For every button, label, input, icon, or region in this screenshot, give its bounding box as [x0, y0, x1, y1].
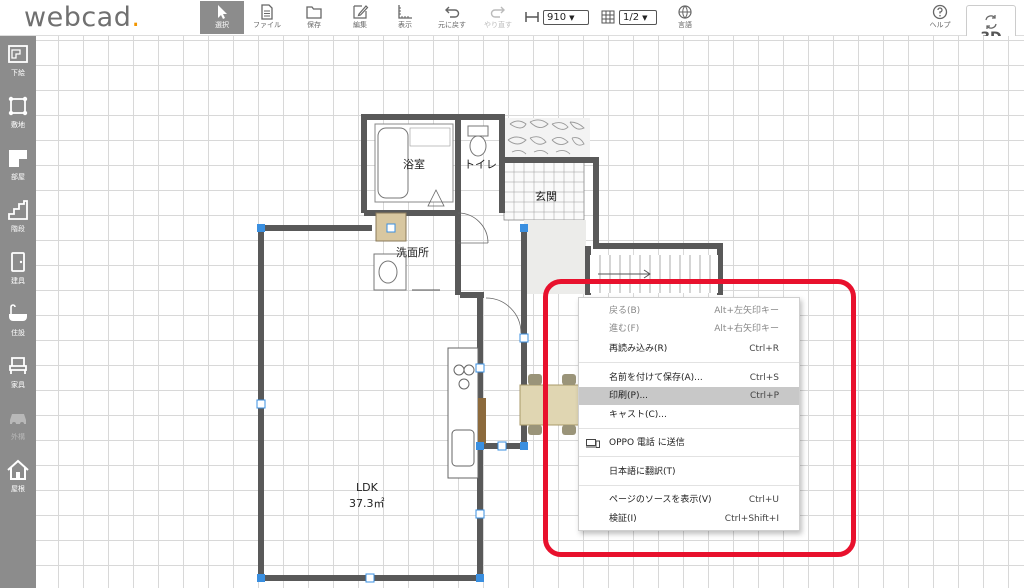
grid-icon — [601, 10, 615, 24]
site-icon — [8, 96, 28, 116]
room-label-ldk: LDK — [356, 481, 378, 494]
sidebar-item-underlay[interactable]: 下絵 — [0, 36, 36, 86]
undo-button[interactable]: 元に戻す — [430, 1, 474, 34]
cursor-arrow-icon — [218, 5, 227, 19]
globe-icon — [678, 5, 692, 19]
bathtub-icon — [9, 304, 27, 321]
help-icon — [932, 4, 948, 20]
room-icon — [9, 150, 27, 167]
edit-button[interactable]: 編集 — [338, 1, 382, 34]
save-button[interactable]: 保存 — [292, 1, 336, 34]
floor-plan[interactable] — [36, 36, 1024, 588]
sidebar-item-fittings[interactable]: 建具 — [0, 244, 36, 294]
drawing-canvas[interactable]: 浴室 トイレ 玄関 洗面所 LDK 37.3㎡ — [36, 36, 1024, 588]
wall-thickness-select[interactable]: 910 ▼ — [543, 10, 589, 25]
sidebar-item-furniture[interactable]: 家具 — [0, 348, 36, 398]
stairs-icon — [8, 200, 28, 220]
room-label-entrance: 玄関 — [535, 190, 557, 203]
underlay-icon — [8, 45, 28, 63]
rotate-icon — [985, 15, 997, 29]
webcad-app: webcad. 選択 ファイル 保存 編集 表示 元に戻す やり直す 910 ▼… — [0, 0, 1024, 588]
ruler-icon — [398, 5, 412, 19]
house-icon — [7, 459, 29, 480]
sidebar-item-roof[interactable]: 屋根 — [0, 452, 36, 502]
file-button[interactable]: ファイル — [245, 1, 289, 34]
pencil-icon — [353, 5, 369, 19]
redo-icon — [490, 6, 505, 18]
chair-icon — [9, 357, 27, 374]
room-label-toilet: トイレ — [464, 158, 497, 171]
view-button[interactable]: 表示 — [383, 1, 427, 34]
select-tool-button[interactable]: 選択 — [200, 1, 244, 34]
grid-size-select[interactable]: 1/2 ▼ — [619, 10, 657, 25]
sidebar-item-exterior[interactable]: 外構 — [0, 400, 36, 450]
sidebar-item-site[interactable]: 敷地 — [0, 88, 36, 138]
undo-icon — [445, 6, 460, 18]
room-label-washroom: 洗面所 — [396, 246, 429, 259]
language-button[interactable]: 言語 — [663, 1, 707, 34]
help-button[interactable]: ヘルプ — [918, 1, 962, 34]
entrance-stone-pattern — [504, 118, 590, 160]
left-sidebar: 下絵 敷地 部屋 階段 建具 住設 家具 外構 屋根 — [0, 36, 36, 588]
folder-icon — [306, 6, 322, 19]
sidebar-item-stairs[interactable]: 階段 — [0, 192, 36, 242]
top-toolbar: webcad. 選択 ファイル 保存 編集 表示 元に戻す やり直す 910 ▼… — [0, 0, 1024, 36]
car-icon — [10, 414, 26, 426]
wall-thickness-icon — [525, 12, 539, 22]
room-label-bath: 浴室 — [403, 158, 425, 171]
redo-button[interactable]: やり直す — [476, 1, 520, 34]
file-icon — [261, 4, 273, 20]
toilet-drawing — [467, 125, 489, 157]
sidebar-item-equipment[interactable]: 住設 — [0, 296, 36, 346]
sidebar-item-room[interactable]: 部屋 — [0, 140, 36, 190]
red-highlight-annotation — [543, 279, 856, 557]
room-area-ldk: 37.3㎡ — [349, 497, 385, 510]
webcad-logo: webcad. — [24, 2, 141, 33]
door-icon — [11, 252, 25, 272]
